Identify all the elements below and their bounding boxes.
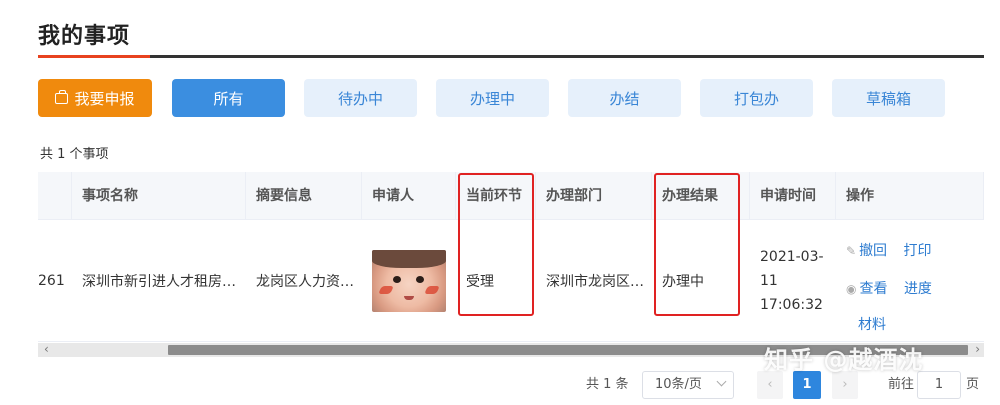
briefcase-icon xyxy=(55,89,69,104)
withdraw-label: 撤回 xyxy=(859,243,888,259)
header-department: 办理部门 xyxy=(536,172,652,220)
progress-action[interactable]: 进度 xyxy=(904,281,932,297)
scroll-left-icon[interactable]: ‹ xyxy=(44,342,49,356)
next-page-button[interactable]: › xyxy=(832,371,858,399)
title-divider-accent xyxy=(38,55,150,58)
scroll-right-icon[interactable]: › xyxy=(975,342,980,356)
withdraw-action[interactable]: ✎ 撤回 xyxy=(846,243,887,259)
row-actions: ✎ 撤回 打印 ◉ 查看 进度 材料 xyxy=(836,220,984,342)
highlight-stage-column xyxy=(458,173,534,316)
filter-processing[interactable]: 办理中 xyxy=(436,79,549,117)
row-time: 2021-03-11 17:06:32 xyxy=(760,249,824,313)
filter-completed[interactable]: 办结 xyxy=(568,79,681,117)
page-size-value: 10条/页 xyxy=(655,377,702,392)
current-page-button[interactable]: 1 xyxy=(793,371,821,399)
filter-package[interactable]: 打包办 xyxy=(700,79,813,117)
eye-icon: ◉ xyxy=(846,282,857,296)
materials-action[interactable]: 材料 xyxy=(846,306,972,342)
apply-button-label: 我要申报 xyxy=(74,89,135,108)
prev-page-button[interactable]: ‹ xyxy=(757,371,783,399)
apply-button[interactable]: 我要申报 xyxy=(38,79,152,117)
pagination-total: 共 1 条 xyxy=(586,377,629,392)
page-title: 我的事项 xyxy=(38,24,131,49)
header-applicant: 申请人 xyxy=(362,172,456,220)
filter-all[interactable]: 所有 xyxy=(172,79,285,117)
header-time: 申请时间 xyxy=(750,172,836,220)
row-applicant xyxy=(362,220,456,342)
row-summary: 龙岗区人力资… xyxy=(256,274,354,290)
highlight-result-column xyxy=(654,173,740,316)
row-department: 深圳市龙岗区… xyxy=(546,274,644,290)
view-label: 查看 xyxy=(859,281,888,297)
header-name: 事项名称 xyxy=(72,172,246,220)
page-suffix: 页 xyxy=(966,377,980,392)
row-name: 深圳市新引进人才租房… xyxy=(82,274,236,290)
item-count: 共 1 个事项 xyxy=(40,147,109,162)
edit-icon: ✎ xyxy=(846,244,857,258)
chevron-down-icon xyxy=(716,376,727,387)
filter-drafts[interactable]: 草稿箱 xyxy=(832,79,945,117)
goto-page-input[interactable]: 1 xyxy=(917,371,961,399)
watermark: 知乎 @越酒沈 xyxy=(764,346,924,374)
header-id xyxy=(38,172,72,220)
header-actions: 操作 xyxy=(836,172,984,220)
print-action[interactable]: 打印 xyxy=(904,243,932,259)
goto-label: 前往 xyxy=(888,377,915,392)
page-size-select[interactable]: 10条/页 xyxy=(642,371,734,399)
row-id: 261 xyxy=(38,273,65,289)
row-time-cell: 2021-03-11 17:06:32 xyxy=(750,220,836,342)
title-divider xyxy=(38,55,984,58)
filter-pending[interactable]: 待办中 xyxy=(304,79,417,117)
applicant-avatar xyxy=(372,250,446,312)
view-action[interactable]: ◉ 查看 xyxy=(846,281,887,297)
header-summary: 摘要信息 xyxy=(246,172,362,220)
